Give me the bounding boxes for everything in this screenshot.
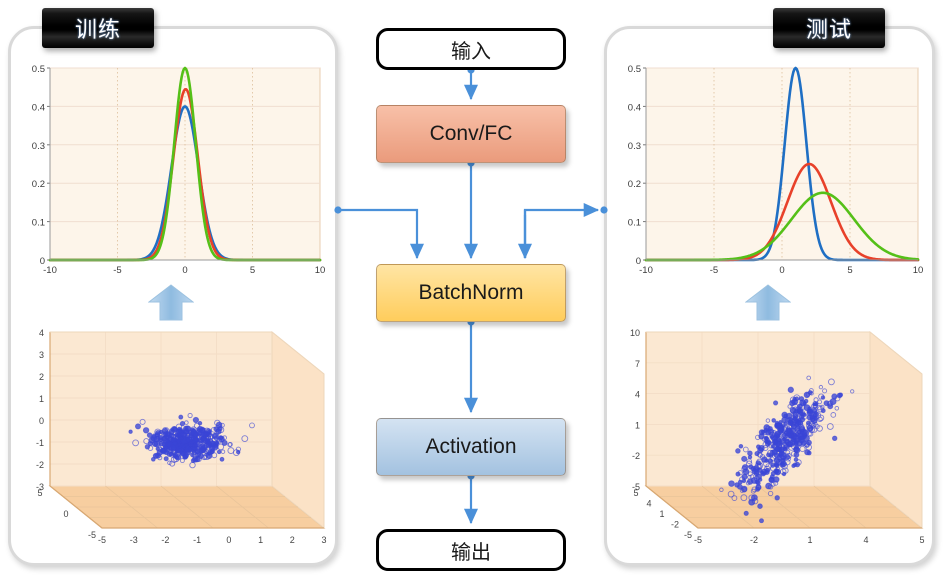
flow-node-input[interactable]: 输入 — [376, 28, 566, 70]
svg-text:5: 5 — [250, 265, 255, 276]
svg-text:10: 10 — [630, 328, 640, 338]
svg-text:-2: -2 — [161, 535, 169, 545]
svg-text:7: 7 — [635, 359, 640, 369]
flow-node-conv-fc[interactable]: Conv/FC — [376, 105, 566, 163]
svg-text:0.5: 0.5 — [32, 64, 45, 75]
svg-text:0.1: 0.1 — [628, 218, 641, 229]
test-title-text: 测试 — [805, 18, 852, 43]
training-scatter3d-chart: 4 3 2 1 0 -1 -2 -3 -5 -3 -2 -1 0 1 2 3 5 0 -5 — [14, 318, 332, 558]
svg-text:-5: -5 — [98, 535, 106, 545]
svg-text:2: 2 — [39, 372, 44, 382]
svg-text:-1: -1 — [193, 535, 201, 545]
dist-train-svg: 00.10.20.30.40.5-10 -5 0 5 10 — [32, 64, 326, 276]
training-distribution-chart: 0 0.1 0.2 0.3 0.4 0.5 -10 -5 0 5 10 — [16, 62, 326, 282]
svg-text:5: 5 — [633, 488, 638, 498]
svg-text:-2: -2 — [36, 460, 44, 470]
svg-text:-5: -5 — [88, 530, 96, 540]
flow-node-batchnorm-label: BatchNorm — [418, 281, 524, 304]
svg-text:0.3: 0.3 — [628, 141, 641, 152]
svg-text:0.4: 0.4 — [32, 102, 45, 113]
svg-text:2: 2 — [290, 535, 295, 545]
flow-node-batchnorm[interactable]: BatchNorm — [376, 264, 566, 322]
svg-text:10: 10 — [913, 265, 924, 276]
svg-text:1: 1 — [659, 509, 664, 519]
flow-node-activation[interactable]: Activation — [376, 418, 566, 476]
svg-text:1: 1 — [258, 535, 263, 545]
test-scatter3d-chart: 10 7 4 1 -2 -5 -5 -2 1 4 5 5 4 1 -2 -5 — [610, 318, 930, 558]
svg-text:-3: -3 — [130, 535, 138, 545]
svg-text:4: 4 — [646, 499, 651, 509]
test-title-badge: 测试 — [773, 8, 885, 48]
svg-text:4: 4 — [863, 535, 868, 545]
test-up-arrow-icon — [744, 283, 792, 321]
training-title-text: 训练 — [74, 18, 121, 43]
svg-text:-5: -5 — [113, 265, 121, 276]
svg-text:1: 1 — [635, 420, 640, 430]
svg-text:5: 5 — [37, 488, 42, 498]
svg-text:5: 5 — [919, 535, 924, 545]
flow-node-output[interactable]: 输出 — [376, 529, 566, 571]
flow-node-output-label: 输出 — [451, 539, 491, 564]
svg-text:0: 0 — [39, 416, 44, 426]
svg-text:3: 3 — [39, 350, 44, 360]
svg-text:-2: -2 — [671, 520, 679, 530]
training-up-arrow-icon — [147, 283, 195, 321]
training-title-badge: 训练 — [42, 8, 154, 48]
svg-text:0: 0 — [226, 535, 231, 545]
scatter-test-svg: 10741-2-5-5 -2 1 4 5541-2-5 — [630, 328, 925, 545]
svg-text:0: 0 — [779, 265, 784, 276]
svg-text:-5: -5 — [684, 530, 692, 540]
flow-node-activation-label: Activation — [425, 435, 517, 458]
svg-text:-10: -10 — [639, 265, 653, 276]
svg-text:0.2: 0.2 — [628, 179, 641, 190]
svg-text:0.4: 0.4 — [628, 102, 641, 113]
svg-text:-2: -2 — [750, 535, 758, 545]
svg-text:0.1: 0.1 — [32, 218, 45, 229]
svg-text:-5: -5 — [710, 265, 718, 276]
svg-text:0.2: 0.2 — [32, 179, 45, 190]
svg-text:4: 4 — [39, 328, 44, 338]
svg-text:0.5: 0.5 — [628, 64, 641, 75]
flow-node-input-label: 输入 — [451, 38, 491, 63]
flow-node-conv-fc-label: Conv/FC — [429, 122, 513, 145]
svg-text:3: 3 — [321, 535, 326, 545]
svg-text:5: 5 — [847, 265, 852, 276]
svg-text:4: 4 — [635, 390, 640, 400]
scatter-train-svg: 43210-1-2-3-5 -3 -2 -1 0 1 2 350-5 — [36, 328, 327, 545]
svg-text:-2: -2 — [632, 451, 640, 461]
svg-text:10: 10 — [315, 265, 326, 276]
svg-text:1: 1 — [39, 394, 44, 404]
svg-text:0: 0 — [182, 265, 187, 276]
svg-text:-10: -10 — [43, 265, 57, 276]
dist-test-svg: 00.10.20.30.40.5-10 -5 0 5 10 — [628, 64, 924, 276]
svg-text:-5: -5 — [694, 535, 702, 545]
test-distribution-chart: 0 0.1 0.2 0.3 0.4 0.5 -10 -5 0 5 10 — [612, 62, 924, 282]
svg-text:0.3: 0.3 — [32, 141, 45, 152]
svg-text:-1: -1 — [36, 438, 44, 448]
svg-text:1: 1 — [807, 535, 812, 545]
svg-text:0: 0 — [63, 509, 68, 519]
